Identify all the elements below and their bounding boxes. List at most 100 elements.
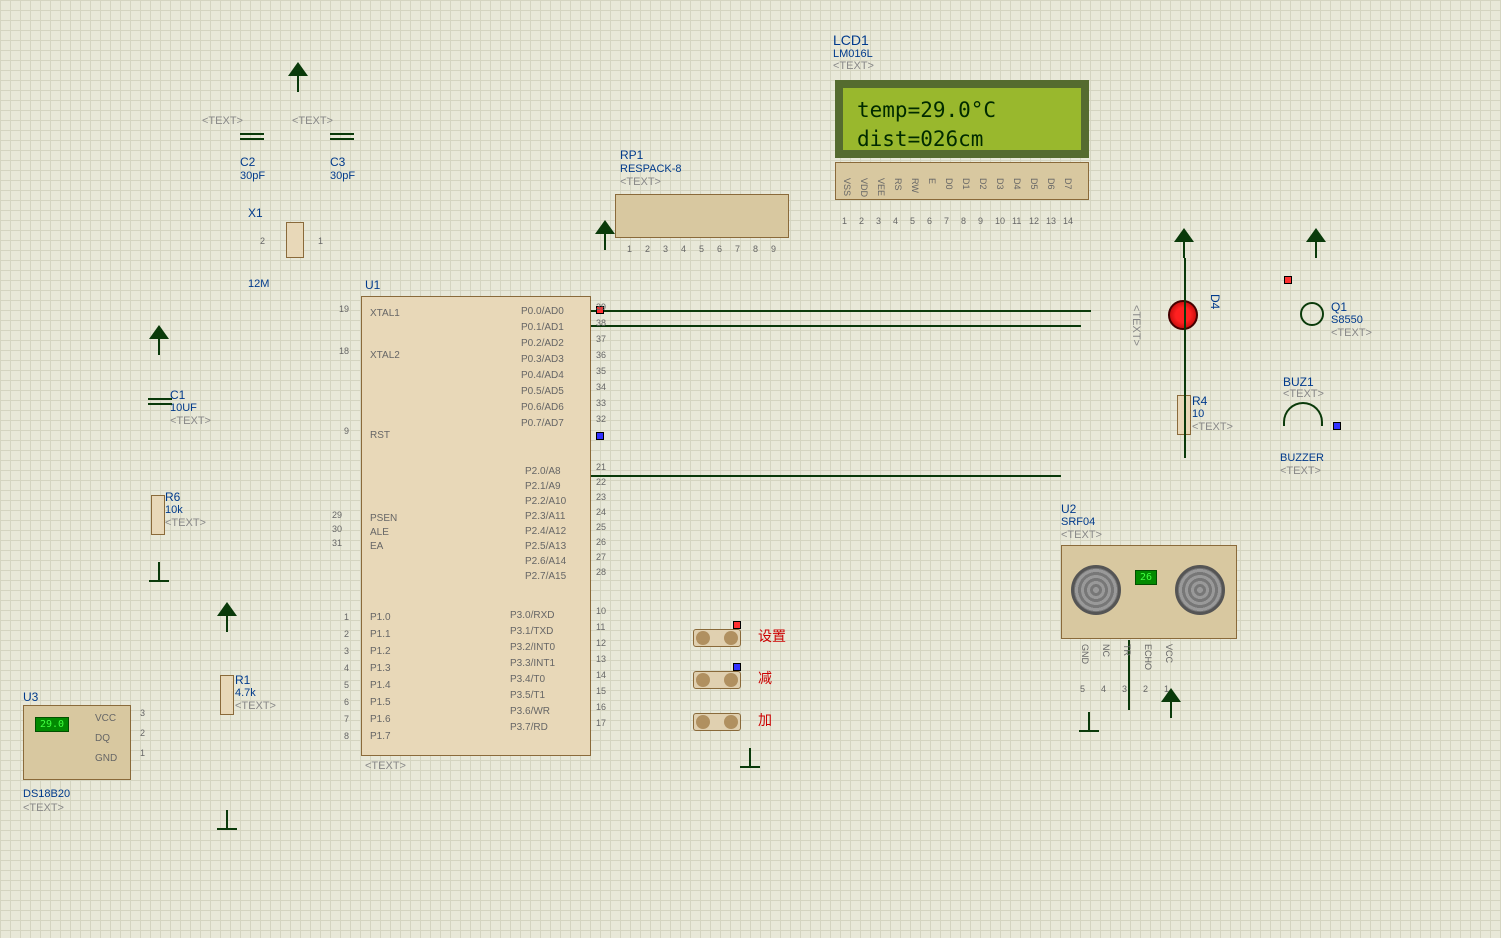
- lcd-pin: D3: [995, 178, 1005, 190]
- rp1-text: <TEXT>: [620, 176, 661, 188]
- resistor-r6[interactable]: [151, 495, 165, 535]
- u2-ref: U2: [1061, 502, 1076, 516]
- pin-label: P3.7/RD: [510, 722, 548, 733]
- rp1-ref: RP1: [620, 148, 643, 162]
- r4-ref: R4: [1192, 394, 1207, 408]
- pin-label: 9: [771, 244, 776, 254]
- ds18-n1: 1: [140, 748, 145, 758]
- wire-top-bus: [591, 310, 1091, 312]
- mcu-text: <TEXT>: [365, 760, 406, 772]
- pin-label: 6: [717, 244, 722, 254]
- pin-label: 26: [596, 537, 606, 547]
- x1-val: 12M: [248, 278, 269, 290]
- pin-label: 34: [596, 382, 606, 392]
- power-c1: [149, 325, 169, 355]
- mcu-p18: 18: [339, 346, 349, 356]
- srf-pin: TR: [1122, 644, 1132, 656]
- respack-body[interactable]: [615, 194, 789, 238]
- srf-pin: GND: [1080, 644, 1090, 664]
- srf04-disp: 26: [1135, 570, 1157, 585]
- gnd-c1r6: [149, 562, 169, 582]
- srf-pin: NC: [1101, 644, 1111, 657]
- cap-c1[interactable]: [148, 395, 172, 408]
- pin-label: P0.5/AD5: [521, 386, 564, 397]
- mcu-p19: 19: [339, 304, 349, 314]
- pin-label: 5: [699, 244, 704, 254]
- button-inc[interactable]: [693, 713, 741, 731]
- schematic-grid: [0, 0, 1501, 938]
- cap-c2[interactable]: [240, 130, 264, 143]
- pin-label: P2.5/A13: [525, 541, 566, 552]
- pin-label: PSEN: [370, 513, 397, 524]
- pin-label: 7: [344, 714, 349, 724]
- lcd-text: <TEXT>: [833, 60, 874, 72]
- pin-label: P2.3/A11: [525, 511, 565, 522]
- pin-label: 23: [596, 492, 606, 502]
- wire-q1-r4: [1184, 258, 1186, 458]
- power-d4: [1174, 228, 1194, 258]
- r4-text: <TEXT>: [1192, 421, 1233, 433]
- lcd-pin: RS: [893, 178, 903, 191]
- pin-label: 27: [596, 552, 606, 562]
- pin-label: P0.6/AD6: [521, 402, 564, 413]
- lcd-pin: VDD: [859, 178, 869, 197]
- buz1-ref: BUZ1: [1283, 375, 1314, 389]
- ds18-n3: 3: [140, 708, 145, 718]
- pin-label: 24: [596, 507, 606, 517]
- pin-label: P2.6/A14: [525, 556, 566, 567]
- lcd-pin: D7: [1063, 178, 1073, 190]
- pin-label: 2: [344, 629, 349, 639]
- pin-label: P3.0/RXD: [510, 610, 554, 621]
- power-r1: [217, 602, 237, 632]
- lcd-ref: LCD1: [833, 32, 869, 48]
- pin-label: P1.6: [370, 714, 391, 725]
- pin-label: ALE: [370, 527, 389, 538]
- lcd-pin: VSS: [842, 178, 852, 196]
- ds18-text: <TEXT>: [23, 802, 64, 814]
- pin-label: 4: [893, 216, 898, 226]
- btn-lbl-inc: 加: [758, 710, 772, 730]
- pin-label: 1: [344, 612, 349, 622]
- pin-label: P0.3/AD3: [521, 354, 564, 365]
- pin-label: 8: [961, 216, 966, 226]
- cap-c3[interactable]: [330, 130, 354, 143]
- pin-label: 38: [596, 318, 606, 328]
- pin-label: 17: [596, 718, 606, 728]
- crystal-x1[interactable]: [286, 222, 304, 258]
- u2-part: SRF04: [1061, 516, 1095, 528]
- buz-lbl: BUZZER: [1280, 452, 1324, 464]
- pin-label: 4: [344, 663, 349, 673]
- lcd-display[interactable]: temp=29.0°C dist=026cm: [835, 80, 1089, 158]
- c2-ref: C2: [240, 155, 255, 169]
- pin-label: 6: [344, 697, 349, 707]
- srf-pin: ECHO: [1143, 644, 1153, 670]
- pin-label: 3: [876, 216, 881, 226]
- pin-label: 4: [1101, 684, 1106, 694]
- pin-label: P0.2/AD2: [521, 338, 564, 349]
- r1-val: 4.7k: [235, 687, 256, 699]
- wire-bus2: [591, 325, 1081, 327]
- pin-label: P2.1/A9: [525, 481, 561, 492]
- pin-label: 33: [596, 398, 606, 408]
- pin-label: 11: [1012, 216, 1021, 226]
- d4-text: <TEXT>: [1130, 305, 1142, 346]
- transistor-q1[interactable]: [1300, 302, 1324, 326]
- mcu-p9: 9: [344, 426, 349, 436]
- resistor-r1[interactable]: [220, 675, 234, 715]
- pin-label: 14: [1063, 216, 1073, 226]
- button-set[interactable]: [693, 629, 741, 647]
- button-dec[interactable]: [693, 671, 741, 689]
- ds18b20-disp: 29.0: [35, 717, 69, 732]
- pin-label: 3: [344, 646, 349, 656]
- pin-label: P0.1/AD1: [521, 322, 564, 333]
- pin-label: 5: [910, 216, 915, 226]
- c3-text: <TEXT>: [292, 115, 333, 127]
- lcd-line1: temp=29.0°C: [857, 96, 1067, 125]
- buz1-text: <TEXT>: [1283, 388, 1324, 400]
- btn-lbl-dec: 减: [758, 668, 772, 688]
- led-d4[interactable]: [1168, 300, 1198, 330]
- btn-lbl-set: 设置: [758, 626, 786, 646]
- pin-label: 12: [596, 638, 606, 648]
- pin-label: 21: [596, 462, 606, 472]
- x1-pin2: 2: [260, 236, 265, 246]
